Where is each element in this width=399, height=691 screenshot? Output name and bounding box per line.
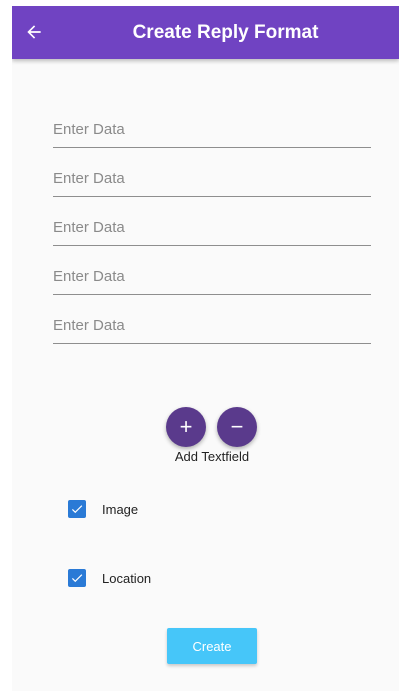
location-checkbox[interactable] [68, 569, 86, 587]
data-input-5[interactable] [53, 308, 371, 342]
screen: Create Reply Format + − Add Textfield Im… [12, 6, 399, 691]
app-bar: Create Reply Format [12, 6, 399, 59]
data-field-2 [53, 161, 371, 197]
location-option: Location [68, 568, 151, 588]
data-field-4 [53, 259, 371, 295]
data-input-3[interactable] [53, 210, 371, 244]
add-textfield-button[interactable]: + [166, 407, 206, 447]
minus-icon: − [230, 414, 244, 439]
page-title: Create Reply Format [132, 22, 319, 43]
checkmark-icon [71, 574, 83, 583]
data-input-4[interactable] [53, 259, 371, 293]
data-field-5 [53, 308, 371, 344]
create-button[interactable]: Create [167, 628, 257, 664]
data-field-3 [53, 210, 371, 246]
image-checkbox[interactable] [68, 500, 86, 518]
image-option: Image [68, 499, 138, 519]
image-label: Image [102, 501, 139, 517]
data-input-1[interactable] [53, 112, 371, 146]
back-button[interactable] [20, 18, 48, 46]
plus-icon: + [179, 414, 193, 439]
arrow-left-icon [27, 25, 41, 39]
checkmark-icon [71, 505, 83, 514]
data-input-2[interactable] [53, 161, 371, 195]
location-label: Location [102, 570, 152, 586]
add-textfield-label: Add Textfield [174, 449, 250, 464]
data-field-1 [53, 112, 371, 148]
remove-textfield-button[interactable]: − [217, 407, 257, 447]
